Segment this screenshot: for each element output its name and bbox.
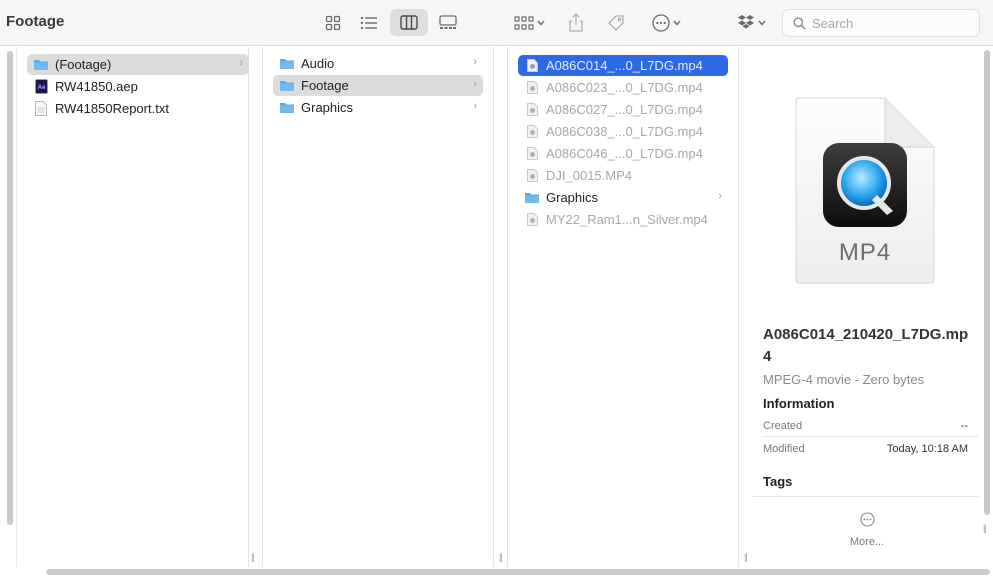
dropbox-button[interactable] (734, 9, 768, 36)
list-item-video-selected[interactable]: A086C014_...0_L7DG.mp4 (518, 55, 728, 76)
finder-window: Footage Search (Footage) › Ae RW41850.ae… (0, 0, 993, 576)
ellipsis-circle-icon (651, 13, 670, 32)
chevron-down-icon (536, 20, 545, 26)
folder-icon (33, 57, 49, 73)
modified-value: Today, 10:18 AM (886, 443, 968, 455)
divider (753, 496, 979, 497)
list-item-video[interactable]: A086C023_...0_L7DG.mp4 (518, 77, 728, 98)
folder-icon (279, 56, 295, 72)
tag-icon (608, 14, 624, 31)
more-button[interactable]: More... (847, 512, 887, 548)
columns-icon (400, 15, 418, 30)
column-resize-handle[interactable]: || (251, 552, 255, 562)
modified-label: Modified (763, 443, 805, 455)
video-file-icon (524, 124, 540, 140)
after-effects-file-icon: Ae (33, 79, 49, 95)
list-item-audio[interactable]: Audio › (273, 53, 483, 74)
group-icon (513, 15, 534, 30)
video-file-icon (524, 168, 540, 184)
column-2: Audio › Footage › Graphics › || (262, 47, 503, 567)
list-view-button[interactable] (356, 9, 382, 36)
vertical-scrollbar[interactable] (7, 51, 13, 525)
list-item-footage[interactable]: Footage › (273, 75, 483, 96)
chevron-right-icon: › (239, 57, 243, 69)
search-field[interactable] (782, 9, 980, 37)
list-icon (360, 16, 377, 29)
column-view-button[interactable] (390, 9, 428, 36)
video-file-icon (524, 212, 540, 228)
tags-heading: Tags (763, 474, 793, 489)
chevron-down-icon (672, 20, 681, 26)
thumbnail-label: MP4 (838, 239, 892, 266)
action-button[interactable] (648, 9, 684, 36)
list-item-video[interactable]: A086C027_...0_L7DG.mp4 (518, 99, 728, 120)
modified-row: Modified Today, 10:18 AM (763, 439, 978, 460)
video-file-icon (524, 80, 540, 96)
horizontal-scrollbar[interactable] (46, 569, 990, 575)
tags-button[interactable] (604, 9, 628, 36)
list-item-aep[interactable]: Ae RW41850.aep (27, 76, 249, 97)
chevron-right-icon: › (473, 78, 477, 90)
list-item-video[interactable]: MY22_Ram1...n_Silver.mp4 (518, 209, 728, 230)
column-3: A086C014_...0_L7DG.mp4 A086C023_...0_L7D… (507, 47, 748, 567)
video-file-icon (524, 58, 540, 74)
file-thumbnail: MP4 (795, 97, 935, 285)
list-item-video[interactable]: DJI_0015.MP4 (518, 165, 728, 186)
information-heading: Information (763, 396, 835, 411)
text-file-icon (33, 101, 49, 117)
chevron-right-icon: › (473, 56, 477, 68)
svg-text:Ae: Ae (37, 85, 45, 91)
list-item-report[interactable]: RW41850Report.txt (27, 98, 249, 119)
video-file-icon (524, 102, 540, 118)
list-item-footage-alias[interactable]: (Footage) › (27, 54, 249, 75)
share-icon (569, 12, 583, 32)
window-title: Footage (6, 13, 65, 30)
list-item-video[interactable]: A086C038_...0_L7DG.mp4 (518, 121, 728, 142)
folder-icon (279, 100, 295, 116)
column-1: (Footage) › Ae RW41850.aep RW41850Report… (0, 47, 255, 567)
preview-file-kind: MPEG-4 movie - Zero bytes (763, 372, 925, 387)
chevron-right-icon: › (718, 190, 722, 202)
share-button[interactable] (566, 9, 586, 36)
toolbar: Footage (0, 0, 993, 46)
created-row: Created -- (763, 416, 978, 437)
chevron-down-icon (757, 20, 766, 26)
dropbox-icon (737, 15, 754, 29)
list-item-graphics-folder[interactable]: Graphics › (518, 187, 728, 208)
list-item-video[interactable]: A086C046_...0_L7DG.mp4 (518, 143, 728, 164)
folder-icon (279, 78, 295, 94)
vertical-scrollbar[interactable] (984, 50, 990, 515)
column-resize-handle[interactable]: || (499, 552, 503, 562)
group-by-button[interactable] (510, 9, 548, 36)
more-label: More... (849, 536, 885, 548)
search-icon (793, 16, 806, 30)
video-file-icon (524, 146, 540, 162)
search-input[interactable] (812, 15, 972, 31)
created-label: Created (763, 420, 803, 432)
list-item-graphics[interactable]: Graphics › (273, 97, 483, 118)
grid-icon (325, 15, 341, 30)
gallery-view-button[interactable] (436, 9, 460, 36)
column-resize-handle[interactable]: || (744, 552, 748, 562)
chevron-right-icon: › (473, 100, 477, 112)
created-value: -- (960, 420, 968, 432)
ellipsis-circle-icon (859, 512, 875, 527)
icon-view-button[interactable] (320, 9, 346, 36)
gallery-icon (439, 15, 457, 29)
preview-pane: MP4 A086C014_210420_L7DG.mp4 MPEG-4 movi… (753, 47, 979, 567)
column-resize-handle[interactable]: || (983, 523, 987, 571)
preview-file-name: A086C014_210420_L7DG.mp4 (763, 326, 969, 365)
folder-icon (524, 190, 540, 206)
